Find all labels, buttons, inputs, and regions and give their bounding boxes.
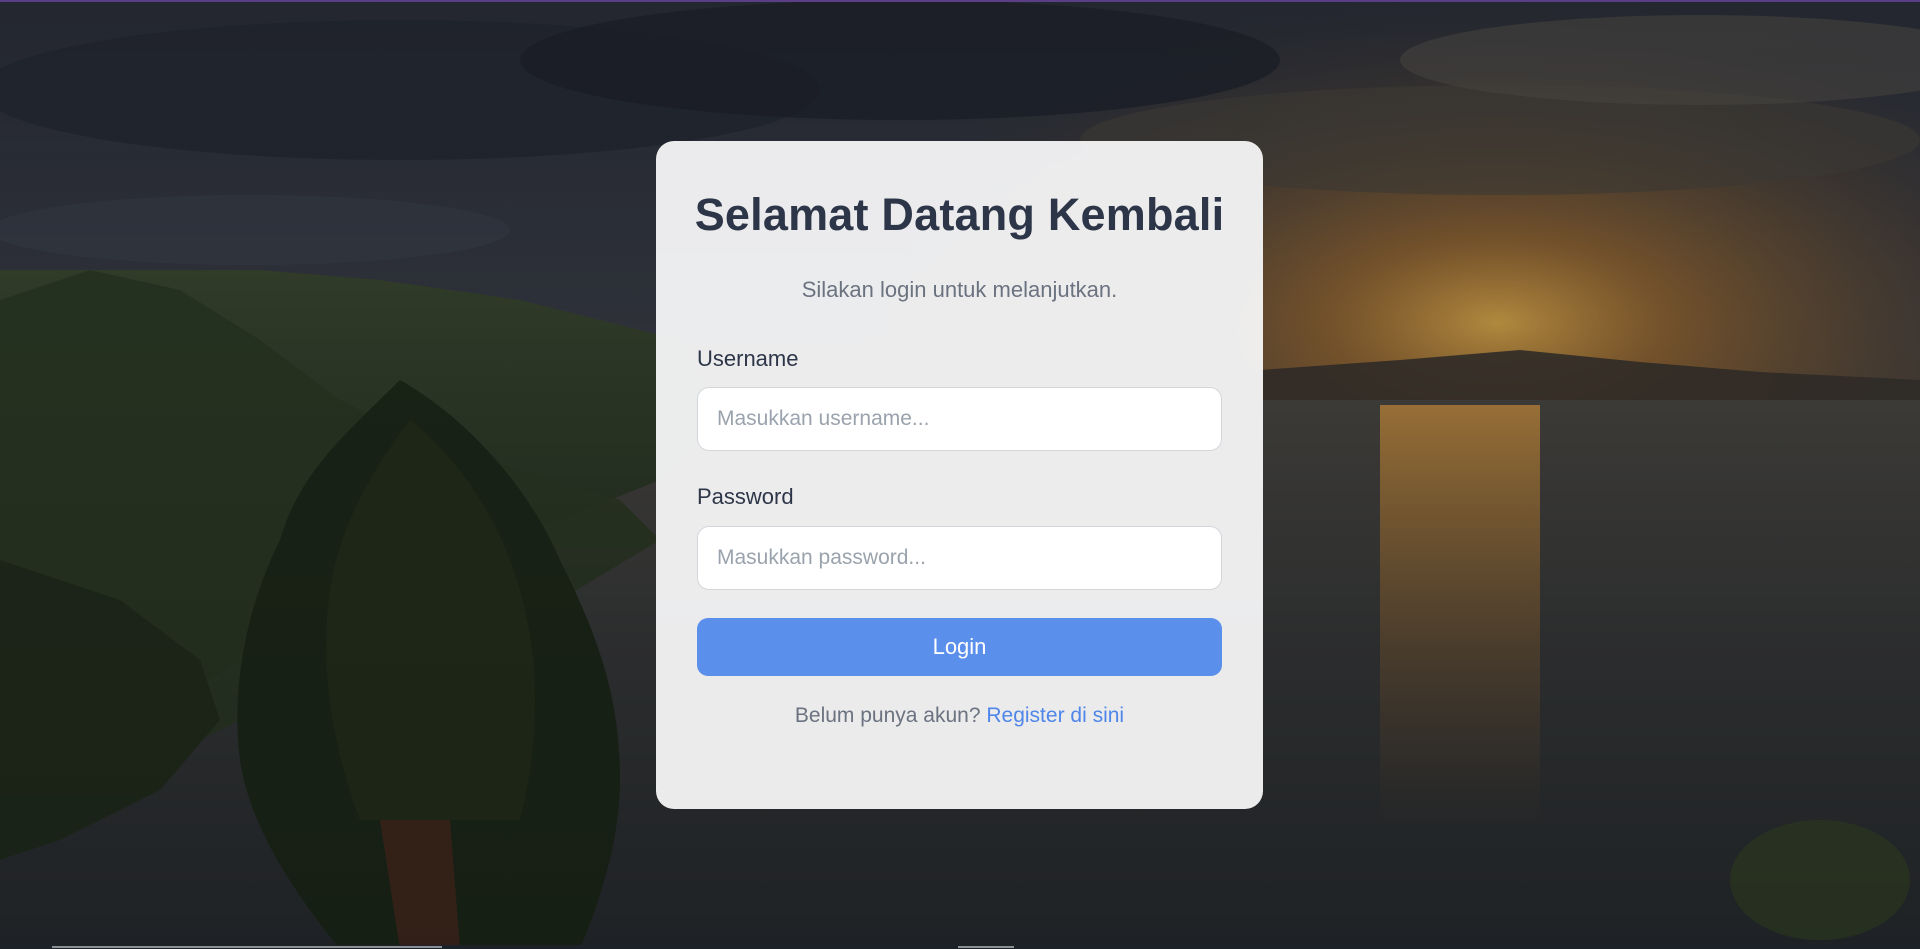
login-subtitle: Silakan login untuk melanjutkan. — [801, 277, 1118, 302]
password-input[interactable] — [697, 526, 1222, 590]
scrollbar-thumb[interactable] — [52, 946, 442, 948]
register-prompt: Belum punya akun? Register di sini — [656, 704, 1263, 728]
username-input[interactable] — [697, 387, 1222, 451]
top-edge-line — [0, 0, 1920, 2]
password-label: Password — [697, 484, 794, 509]
scrollbar-marker — [958, 946, 1014, 948]
page-title: Selamat Datang Kembali — [694, 189, 1225, 240]
username-label: Username — [697, 346, 799, 371]
login-button[interactable]: Login — [697, 618, 1222, 676]
login-card: Selamat Datang Kembali Silakan login unt… — [656, 141, 1263, 809]
register-link[interactable]: Register di sini — [986, 704, 1124, 727]
horizontal-scrollbar[interactable] — [0, 945, 1920, 949]
register-prompt-text: Belum punya akun? — [794, 704, 987, 727]
